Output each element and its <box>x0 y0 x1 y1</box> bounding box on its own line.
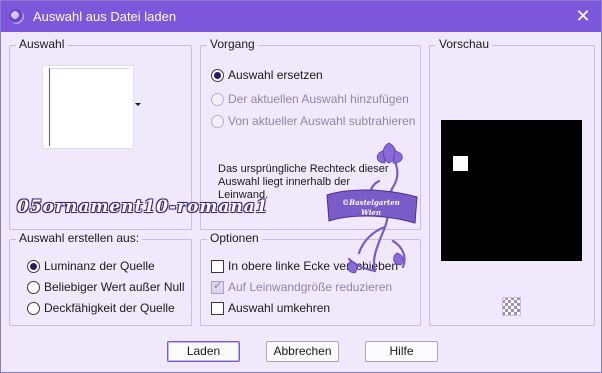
title-bar[interactable]: Auswahl aus Datei laden ✕ <box>1 1 601 32</box>
radio-indicator[interactable] <box>27 259 40 273</box>
erstellen-group-label: Auswahl erstellen aus: <box>16 231 143 245</box>
radio-indicator[interactable] <box>211 68 224 82</box>
selection-thumbnail[interactable] <box>42 65 134 149</box>
radio-label: Beliebiger Wert außer Null <box>44 280 185 294</box>
radio-label: Der aktuellen Auswahl hinzufügen <box>228 92 409 106</box>
radio-indicator[interactable] <box>211 92 224 106</box>
radio-indicator[interactable] <box>27 280 40 294</box>
radio-beliebiger-wert[interactable]: Beliebiger Wert außer Null <box>27 280 185 294</box>
checkbox-obere-linke-ecke[interactable]: In obere linke Ecke verschieben <box>211 259 398 273</box>
cancel-button[interactable]: Abbrechen <box>266 341 339 362</box>
preview-selection-shape <box>453 156 468 171</box>
window-title: Auswahl aus Datei laden <box>33 9 177 24</box>
watermark-text: 05ornament10-romana1 <box>17 197 269 217</box>
close-button[interactable]: ✕ <box>571 5 595 27</box>
auswahl-group-label: Auswahl <box>16 37 68 51</box>
radio-label: Auswahl ersetzen <box>228 68 323 82</box>
optionen-group-label: Optionen <box>207 231 262 245</box>
checkbox-label: Auf Leinwandgröße reduzieren <box>228 280 393 294</box>
selection-dropdown-arrow-icon[interactable] <box>135 103 141 106</box>
dialog-window: Auswahl aus Datei laden ✕ Auswahl Vorgan… <box>0 0 602 373</box>
app-icon <box>9 9 24 24</box>
radio-label: Luminanz der Quelle <box>44 259 155 273</box>
radio-label: Deckfähigkeit der Quelle <box>44 301 175 315</box>
selection-outline <box>49 68 129 146</box>
checkbox-auswahl-umkehren[interactable]: Auswahl umkehren <box>211 301 330 315</box>
vorgang-group-label: Vorgang <box>207 37 258 51</box>
checkbox-indicator[interactable] <box>211 259 224 273</box>
radio-luminanz[interactable]: Luminanz der Quelle <box>27 259 155 273</box>
radio-auswahl-subtrahieren[interactable]: Von aktueller Auswahl subtrahieren <box>211 114 415 128</box>
radio-indicator[interactable] <box>211 114 224 128</box>
checkbox-label: Auswahl umkehren <box>228 301 331 315</box>
checkbox-indicator[interactable] <box>211 301 224 315</box>
radio-label: Von aktueller Auswahl subtrahieren <box>228 114 416 128</box>
radio-deckfaehigkeit[interactable]: Deckfähigkeit der Quelle <box>27 301 175 315</box>
radio-indicator[interactable] <box>27 301 40 315</box>
load-button[interactable]: Laden <box>167 341 240 362</box>
checkbox-leinwandgroesse[interactable]: Auf Leinwandgröße reduzieren <box>211 279 393 294</box>
preview-canvas <box>441 120 582 261</box>
transparency-toggle-button[interactable] <box>502 297 521 316</box>
radio-auswahl-ersetzen[interactable]: Auswahl ersetzen <box>211 68 323 82</box>
vorschau-group-label: Vorschau <box>436 37 493 51</box>
checkbox-indicator[interactable] <box>211 279 224 294</box>
help-button[interactable]: Hilfe <box>365 341 438 362</box>
checkbox-label: In obere linke Ecke verschieben <box>228 259 399 273</box>
radio-auswahl-hinzufuegen[interactable]: Der aktuellen Auswahl hinzufügen <box>211 92 409 106</box>
